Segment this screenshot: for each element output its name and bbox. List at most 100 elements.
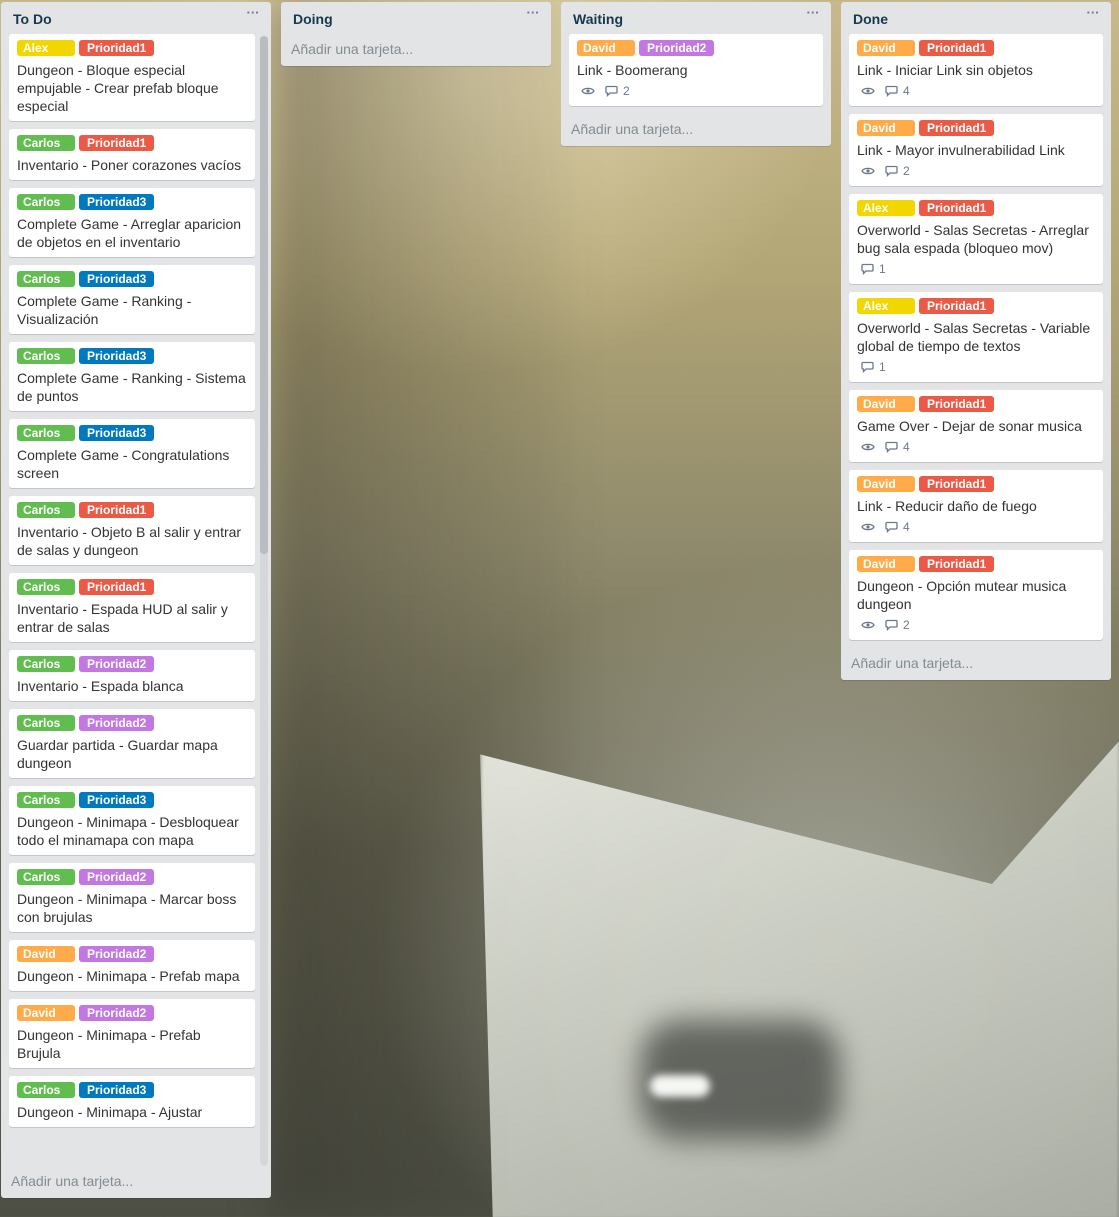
list-header[interactable]: Waiting ··· bbox=[561, 2, 831, 34]
card[interactable]: David Prioridad2 Dungeon - Minimapa - Pref… bbox=[9, 999, 255, 1068]
card[interactable]: David Prioridad1 Dungeon - Opción mutear m… bbox=[849, 550, 1103, 640]
add-card-button[interactable]: Añadir una tarjeta... bbox=[841, 648, 1111, 680]
assignee-label: David bbox=[857, 476, 915, 492]
comments-badge: 2 bbox=[885, 164, 910, 178]
add-card-button[interactable]: Añadir una tarjeta... bbox=[561, 114, 831, 146]
card-labels: David Prioridad1 bbox=[857, 120, 1095, 136]
scrollbar-track[interactable] bbox=[260, 36, 268, 1166]
assignee-label: Alex bbox=[857, 298, 915, 314]
watch-icon bbox=[581, 86, 595, 96]
priority-label: Prioridad2 bbox=[639, 40, 714, 56]
priority-label: Prioridad2 bbox=[79, 946, 154, 962]
add-card-button[interactable]: Añadir una tarjeta... bbox=[281, 34, 551, 66]
card[interactable]: David Prioridad1 Link - Reducir daño de fu… bbox=[849, 470, 1103, 542]
list-title[interactable]: To Do bbox=[13, 11, 52, 27]
comment-count: 1 bbox=[879, 360, 886, 374]
card[interactable]: Carlos Prioridad3 Dungeon - Minimapa - Des… bbox=[9, 786, 255, 855]
card[interactable]: Carlos Prioridad2 Guardar partida - Guarda… bbox=[9, 709, 255, 778]
card[interactable]: Carlos Prioridad3 Complete Game - Ranking … bbox=[9, 265, 255, 334]
card[interactable]: Carlos Prioridad1 Inventario - Objeto B al… bbox=[9, 496, 255, 565]
add-card-button[interactable]: Añadir una tarjeta... bbox=[1, 1166, 271, 1198]
list-title[interactable]: Doing bbox=[293, 11, 333, 27]
assignee-label: Carlos bbox=[17, 348, 75, 364]
card[interactable]: Carlos Prioridad1 Inventario - Poner coraz… bbox=[9, 129, 255, 180]
priority-label: Prioridad2 bbox=[79, 715, 154, 731]
card[interactable]: Carlos Prioridad3 Complete Game - Congratu… bbox=[9, 419, 255, 488]
card-badges: 2 bbox=[857, 616, 1095, 634]
card-badges: 4 bbox=[857, 82, 1095, 100]
card-badges: 2 bbox=[857, 162, 1095, 180]
card-badges: 4 bbox=[857, 438, 1095, 456]
card[interactable]: Alex Prioridad1 Dungeon - Bloque especial … bbox=[9, 34, 255, 121]
comment-count: 1 bbox=[879, 262, 886, 276]
list-title[interactable]: Waiting bbox=[573, 11, 623, 27]
comment-count: 2 bbox=[903, 618, 910, 632]
card[interactable]: David Prioridad1 Link - Mayor invulnerabil… bbox=[849, 114, 1103, 186]
card-badges: 1 bbox=[857, 358, 1095, 376]
assignee-label: Carlos bbox=[17, 425, 75, 441]
assignee-label: Carlos bbox=[17, 194, 75, 210]
card-title: Link - Iniciar Link sin objetos bbox=[857, 62, 1033, 78]
card-title: Dungeon - Minimapa - Prefab Brujula bbox=[17, 1027, 201, 1061]
list-header[interactable]: Done ··· bbox=[841, 2, 1111, 34]
list-title[interactable]: Done bbox=[853, 11, 888, 27]
comments-badge: 4 bbox=[885, 84, 910, 98]
comment-count: 4 bbox=[903, 520, 910, 534]
card[interactable]: Carlos Prioridad1 Inventario - Espada HUD … bbox=[9, 573, 255, 642]
watch-icon bbox=[861, 86, 875, 96]
priority-label: Prioridad1 bbox=[79, 135, 154, 151]
comment-count: 2 bbox=[903, 164, 910, 178]
board: To Do ··· Alex Prioridad1 Dungeon - Bloque… bbox=[0, 0, 1119, 1217]
card[interactable]: Carlos Prioridad2 Inventario - Espada blan… bbox=[9, 650, 255, 701]
assignee-label: David bbox=[577, 40, 635, 56]
card[interactable]: Alex Prioridad1 Overworld - Salas Secretas… bbox=[849, 194, 1103, 284]
card[interactable]: David Prioridad2 Link - Boomerang 2 bbox=[569, 34, 823, 106]
assignee-label: Alex bbox=[857, 200, 915, 216]
priority-label: Prioridad1 bbox=[79, 40, 154, 56]
card-labels: Alex Prioridad1 bbox=[17, 40, 247, 56]
card-title: Complete Game - Congratulations screen bbox=[17, 447, 230, 481]
card[interactable]: Carlos Prioridad3 Dungeon - Minimapa - Aju… bbox=[9, 1076, 255, 1127]
comment-icon bbox=[885, 85, 898, 97]
comments-badge: 1 bbox=[861, 360, 886, 374]
card-container: David Prioridad2 Link - Boomerang 2 bbox=[561, 34, 831, 106]
list-header[interactable]: To Do ··· bbox=[1, 2, 271, 34]
card-container: David Prioridad1 Link - Iniciar Link sin o… bbox=[841, 34, 1111, 640]
card[interactable]: David Prioridad1 Game Over - Dejar de sona… bbox=[849, 390, 1103, 462]
list-header[interactable]: Doing ··· bbox=[281, 2, 551, 34]
watch-icon bbox=[861, 620, 875, 630]
priority-label: Prioridad2 bbox=[79, 656, 154, 672]
card[interactable]: Carlos Prioridad2 Dungeon - Minimapa - Mar… bbox=[9, 863, 255, 932]
list-menu-icon[interactable]: ··· bbox=[805, 6, 821, 24]
list-menu-icon[interactable]: ··· bbox=[245, 6, 261, 24]
priority-label: Prioridad1 bbox=[919, 298, 994, 314]
list-to-do: To Do ··· Alex Prioridad1 Dungeon - Bloque… bbox=[1, 2, 271, 1198]
card[interactable]: David Prioridad2 Dungeon - Minimapa - Pref… bbox=[9, 940, 255, 991]
assignee-label: David bbox=[17, 946, 75, 962]
card-badges: 2 bbox=[577, 82, 815, 100]
priority-label: Prioridad2 bbox=[79, 869, 154, 885]
comments-badge: 4 bbox=[885, 520, 910, 534]
priority-label: Prioridad1 bbox=[79, 502, 154, 518]
scrollbar-thumb[interactable] bbox=[260, 36, 268, 554]
list-menu-icon[interactable]: ··· bbox=[525, 6, 541, 24]
card-badges: 4 bbox=[857, 518, 1095, 536]
card-labels: Alex Prioridad1 bbox=[857, 200, 1095, 216]
list-menu-icon[interactable]: ··· bbox=[1085, 6, 1101, 24]
card-title: Overworld - Salas Secretas - Arreglar bu… bbox=[857, 222, 1089, 256]
card-title: Dungeon - Minimapa - Desbloquear todo el… bbox=[17, 814, 239, 848]
card-title: Dungeon - Bloque especial empujable - Cr… bbox=[17, 62, 219, 114]
card[interactable]: Carlos Prioridad3 Complete Game - Arreglar… bbox=[9, 188, 255, 257]
card-badges: 1 bbox=[857, 260, 1095, 278]
assignee-label: David bbox=[17, 1005, 75, 1021]
card-labels: Carlos Prioridad3 bbox=[17, 271, 247, 287]
card[interactable]: Alex Prioridad1 Overworld - Salas Secretas… bbox=[849, 292, 1103, 382]
card[interactable]: David Prioridad1 Link - Iniciar Link sin o… bbox=[849, 34, 1103, 106]
card-labels: David Prioridad1 bbox=[857, 396, 1095, 412]
card-labels: Carlos Prioridad2 bbox=[17, 715, 247, 731]
assignee-label: Carlos bbox=[17, 792, 75, 808]
watch-icon bbox=[861, 522, 875, 532]
card[interactable]: Carlos Prioridad3 Complete Game - Ranking … bbox=[9, 342, 255, 411]
assignee-label: David bbox=[857, 396, 915, 412]
comments-badge: 2 bbox=[885, 618, 910, 632]
